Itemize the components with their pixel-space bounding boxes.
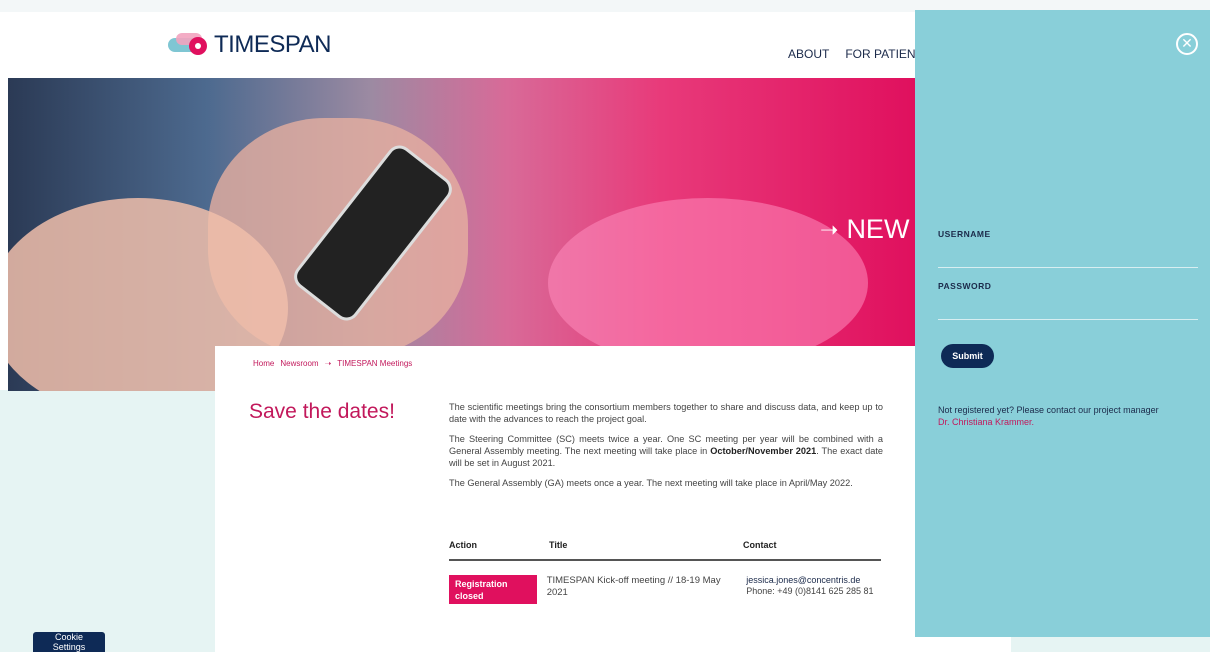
table-row: Registration closed TIMESPAN Kick-off me…	[449, 561, 881, 604]
login-panel	[915, 10, 1210, 637]
paragraph-bold: October/November 2021	[710, 446, 817, 456]
page-right-background	[1010, 637, 1210, 652]
breadcrumb-home[interactable]: Home	[253, 359, 274, 368]
password-input[interactable]	[938, 301, 1198, 320]
page-title: Save the dates!	[249, 400, 395, 423]
username-label: USERNAME	[938, 229, 991, 239]
logo[interactable]: TIMESPAN	[166, 30, 331, 60]
register-note: Not registered yet? Please contact our p…	[938, 404, 1188, 428]
contact-email-link[interactable]: jessica.jones@concentris.de	[746, 575, 881, 586]
intro-paragraph: The scientific meetings bring the consor…	[449, 402, 883, 424]
contact-phone: Phone: +49 (0)8141 625 285 81	[746, 586, 874, 596]
submit-button[interactable]: Submit	[941, 344, 994, 368]
password-label: PASSWORD	[938, 281, 992, 291]
timespan-logo-icon	[168, 33, 207, 55]
breadcrumb-current: TIMESPAN Meetings	[337, 359, 413, 368]
table-cell-action: Registration closed	[449, 575, 547, 604]
register-text: Not registered yet? Please contact our p…	[938, 405, 1159, 415]
intro-paragraph: The General Assembly (GA) meets once a y…	[449, 478, 853, 488]
content-card	[215, 346, 1011, 652]
cookie-settings-button[interactable]: Cookie Settings	[33, 632, 105, 652]
table-cell-title: TIMESPAN Kick-off meeting // 18-19 May 2…	[546, 575, 721, 598]
username-input[interactable]	[938, 249, 1198, 268]
meetings-table: Action Title Contact Registration closed…	[449, 540, 881, 604]
column-header-action: Action	[449, 540, 477, 550]
column-header-contact: Contact	[743, 540, 777, 550]
breadcrumb-newsroom[interactable]: Newsroom	[280, 359, 318, 368]
breadcrumb: Home Newsroom ➝ TIMESPAN Meetings	[253, 359, 412, 368]
hero-title: ➝ NEW	[820, 214, 909, 245]
status-badge: Registration closed	[449, 575, 537, 604]
project-manager-link[interactable]: Dr. Christiana Krammer.	[938, 417, 1034, 427]
arrow-right-icon: ➝	[324, 359, 332, 368]
logo-text: TIMESPAN	[214, 31, 331, 58]
table-cell-contact: jessica.jones@concentris.de Phone: +49 (…	[746, 575, 881, 604]
table-header: Action Title Contact	[449, 540, 881, 561]
nav-item-about[interactable]: ABOUT	[788, 47, 829, 61]
arrow-right-icon: ➝	[820, 216, 839, 242]
intro-text: The scientific meetings bring the consor…	[449, 401, 883, 497]
close-icon[interactable]: ✕	[1176, 33, 1198, 55]
hero-title-text: NEW	[846, 214, 910, 244]
page-left-background	[0, 390, 215, 652]
hero-banner: ➝ NEW	[8, 78, 915, 391]
site-header: TIMESPAN ABOUT FOR PATIENTS & PL	[8, 12, 960, 78]
column-header-title: Title	[549, 540, 568, 550]
intro-paragraph: The Steering Committee (SC) meets twice …	[449, 433, 883, 469]
